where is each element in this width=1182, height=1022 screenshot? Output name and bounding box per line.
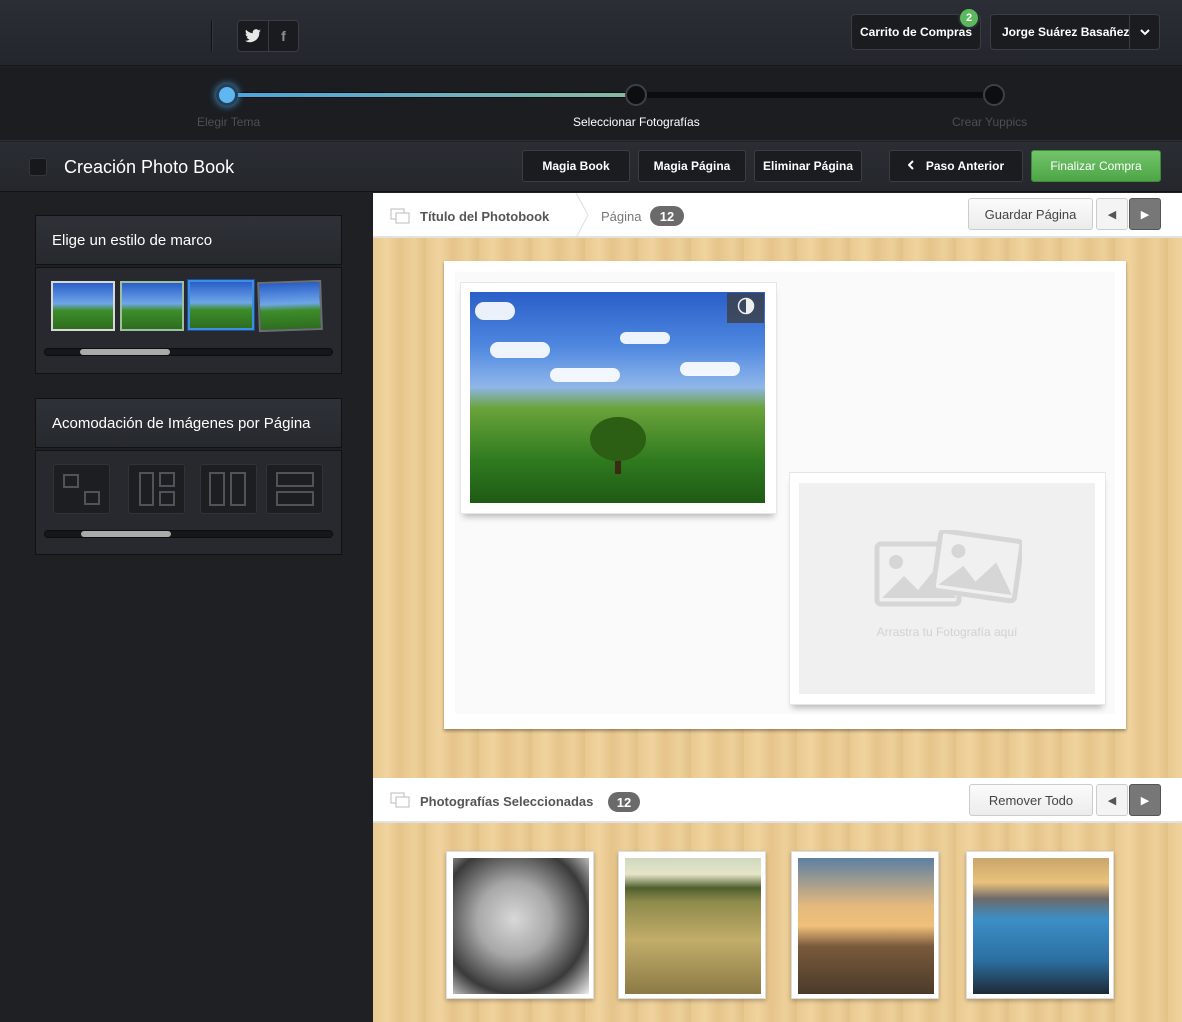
step-label-3[interactable]: Crear Yuppics: [952, 115, 1027, 129]
page-title: Creación Photo Book: [64, 157, 235, 177]
magia-book-button[interactable]: Magia Book: [522, 150, 630, 182]
selected-photo-thumbnail[interactable]: [966, 851, 1114, 999]
header-divider: [211, 20, 212, 52]
layout-option-two-columns[interactable]: [200, 464, 257, 514]
remove-all-button[interactable]: Remover Todo: [969, 784, 1093, 816]
photo-filter-button[interactable]: [727, 293, 764, 323]
step-node-2[interactable]: [625, 84, 647, 106]
eliminar-pagina-button[interactable]: Eliminar Página: [754, 150, 862, 182]
paso-anterior-label: Paso Anterior: [925, 159, 1005, 173]
arrow-left-icon: ◀: [1107, 208, 1117, 221]
progress-fill: [227, 93, 636, 97]
image-placeholder-icon: [874, 528, 1025, 615]
scrollbar-thumb[interactable]: [81, 531, 171, 537]
step-label-1[interactable]: Elegir Tema: [197, 115, 260, 129]
layout-option-staggered[interactable]: [53, 464, 110, 514]
selected-photo-thumbnail[interactable]: [446, 851, 594, 999]
save-page-button[interactable]: Guardar Página: [968, 198, 1093, 230]
drop-hint: Arrastra tu Fotografía aquí: [876, 625, 1018, 639]
page-label: Página: [601, 209, 642, 224]
twitter-icon[interactable]: [238, 21, 268, 51]
paso-anterior-button[interactable]: Paso Anterior: [889, 150, 1023, 182]
selected-photo-thumbnail[interactable]: [791, 851, 939, 999]
scrollbar-thumb[interactable]: [80, 349, 170, 355]
arrow-left-icon: ◀: [1107, 794, 1117, 807]
frame-style-option[interactable]: [51, 281, 115, 331]
finalizar-compra-button[interactable]: Finalizar Compra: [1031, 150, 1161, 182]
user-name: Jorge Suárez Basañez: [1002, 25, 1130, 39]
step-label-2[interactable]: Seleccionar Fotografías: [573, 115, 700, 129]
progress-steps: [0, 67, 1182, 141]
contrast-icon: [737, 297, 755, 320]
layout-option-three[interactable]: [128, 464, 185, 514]
selected-photo-thumbnail[interactable]: [618, 851, 766, 999]
frame-style-option[interactable]: [120, 281, 184, 331]
layout-option-two-rows[interactable]: [266, 464, 323, 514]
arrow-right-icon: ▶: [1140, 794, 1150, 807]
layout-scrollbar[interactable]: [44, 530, 333, 538]
sidebar-toggle-checkbox[interactable]: [29, 158, 47, 176]
page-count-badge: 12: [650, 206, 684, 226]
frame-style-option-selected[interactable]: [188, 280, 254, 330]
frame-style-heading: Elige un estilo de marco: [35, 215, 342, 265]
placed-photo[interactable]: [470, 292, 765, 503]
social-buttons: f: [237, 20, 299, 52]
arrow-right-icon: ▶: [1140, 208, 1150, 221]
layout-heading: Acomodación de Imágenes por Página: [35, 398, 342, 448]
chevron-down-icon[interactable]: [1129, 15, 1159, 49]
prev-photos-button[interactable]: ◀: [1096, 784, 1128, 816]
next-photos-button[interactable]: ▶: [1129, 784, 1161, 816]
breadcrumb-separator: [575, 193, 589, 238]
step-node-1[interactable]: [216, 84, 238, 106]
cart-button[interactable]: Carrito de Compras 2: [851, 7, 981, 50]
prev-page-button[interactable]: ◀: [1096, 198, 1128, 230]
magia-pagina-button[interactable]: Magia Página: [638, 150, 746, 182]
step-node-3[interactable]: [983, 84, 1005, 106]
frame-style-scrollbar[interactable]: [44, 348, 333, 356]
selected-count-badge: 12: [608, 792, 640, 812]
chevron-left-icon: [907, 159, 914, 173]
cart-label: Carrito de Compras: [859, 25, 973, 39]
selected-photos-title: Photografías Seleccionadas: [420, 794, 594, 809]
photos-icon: [390, 792, 410, 813]
facebook-icon[interactable]: f: [268, 21, 298, 51]
breadcrumb-title[interactable]: Título del Photobook: [420, 209, 549, 224]
next-page-button[interactable]: ▶: [1129, 198, 1161, 230]
user-menu[interactable]: Jorge Suárez Basañez: [990, 14, 1160, 50]
photobook-icon: [390, 208, 410, 229]
frame-style-option[interactable]: [257, 279, 323, 333]
cart-count-badge: 2: [958, 7, 980, 29]
